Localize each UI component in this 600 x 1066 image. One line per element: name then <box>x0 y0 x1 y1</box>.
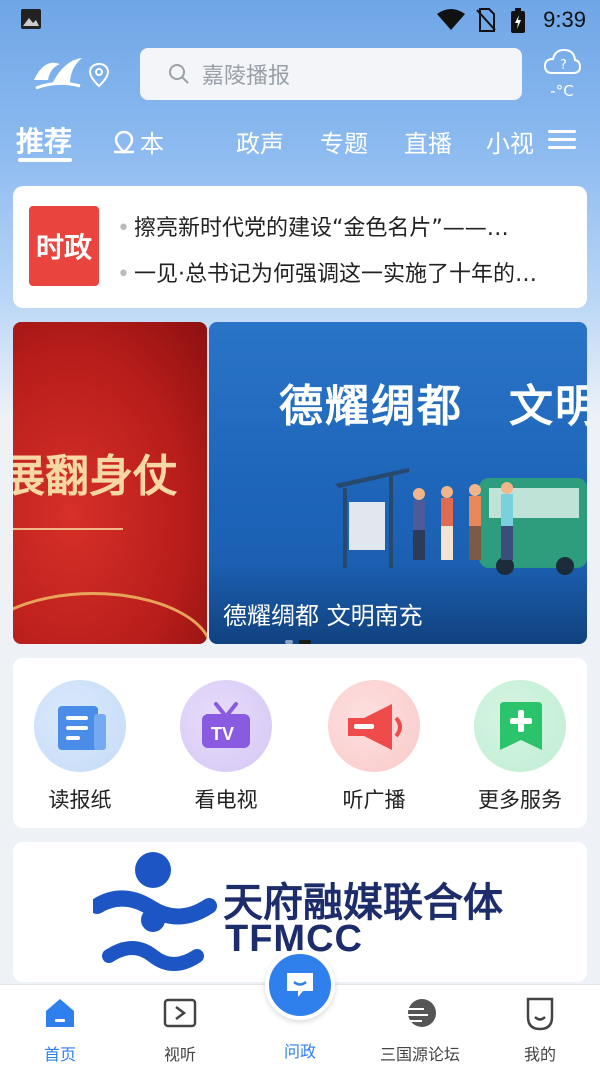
tab-local-label: 本 <box>140 130 164 158</box>
banner-decoration <box>13 592 207 644</box>
banner-slide-current[interactable]: 德耀绸都 文明 德耀绸都 文明南充 <box>209 322 587 644</box>
menu-icon[interactable] <box>548 128 576 152</box>
weather-temperature: -°C <box>550 82 574 100</box>
app-logo-icon <box>34 58 82 90</box>
service-more[interactable]: 更多服务 <box>465 680 575 814</box>
nav-profile[interactable]: 我的 <box>485 995 595 1065</box>
nav-forum[interactable]: 三国源论坛 <box>365 995 475 1065</box>
nav-home-label: 首页 <box>43 1045 76 1064</box>
tab-politics[interactable]: 政声 <box>236 124 284 159</box>
no-sim-icon <box>476 8 496 32</box>
status-bar: 9:39 <box>0 0 600 40</box>
active-tab-indicator <box>18 158 72 162</box>
channel-tabs: 推荐 本 政声 专题 直播 小视 <box>0 118 600 168</box>
carousel-dot-active <box>299 640 311 644</box>
svg-text:?: ? <box>560 58 567 73</box>
home-icon <box>46 999 74 1027</box>
banner-carousel[interactable]: 展翻身仗 德耀绸都 文明 德耀绸都 文明南充 <box>13 322 587 644</box>
cloud-unknown-icon: ? <box>543 48 582 74</box>
nav-audio-video-label: 视听 <box>163 1045 196 1064</box>
service-icon-bg <box>34 680 126 772</box>
service-label: 看电视 <box>194 788 258 812</box>
nav-profile-label: 我的 <box>523 1045 556 1064</box>
clock: 9:39 <box>543 7 586 32</box>
battery-charging-icon <box>511 8 525 33</box>
news-item[interactable]: 一见·总书记为何强调这一实施了十年的… <box>117 256 567 288</box>
banner-slide-previous[interactable]: 展翻身仗 <box>13 322 207 644</box>
svg-text:TV: TV <box>211 724 234 744</box>
search-input[interactable]: 嘉陵播报 <box>140 48 522 100</box>
service-watch-tv[interactable]: TV 看电视 <box>171 680 281 814</box>
nav-audio-video[interactable]: 视听 <box>125 995 235 1065</box>
service-read-newspaper[interactable]: 读报纸 <box>25 680 135 814</box>
media-play-icon <box>163 998 197 1028</box>
quick-services: 读报纸 TV 看电视 听广播 更多服务 <box>13 658 587 828</box>
profile-icon <box>526 997 554 1031</box>
service-label: 更多服务 <box>478 788 562 812</box>
politics-badge[interactable]: 时政 <box>29 206 99 286</box>
chat-bubble-icon <box>287 973 313 997</box>
service-listen-radio[interactable]: 听广播 <box>319 680 429 814</box>
weather-widget[interactable]: ? -°C <box>540 46 584 106</box>
search-placeholder: 嘉陵播报 <box>202 64 291 89</box>
carousel-indicator <box>285 629 325 644</box>
service-icon-bg: TV <box>180 680 272 772</box>
nav-inquiry-label[interactable]: 问政 <box>265 1038 335 1062</box>
service-icon-bg <box>328 680 420 772</box>
tab-local[interactable]: 本 <box>112 124 164 159</box>
megaphone-icon <box>348 704 402 750</box>
tab-live[interactable]: 直播 <box>404 124 452 159</box>
wifi-icon <box>437 9 465 30</box>
nav-home[interactable]: 首页 <box>5 995 115 1065</box>
local-pin-icon <box>114 130 134 154</box>
forum-logo-icon <box>402 999 436 1027</box>
plus-service-icon <box>500 702 542 750</box>
service-label: 听广播 <box>342 788 406 812</box>
tab-short-video[interactable]: 小视 <box>486 124 534 159</box>
tab-topics[interactable]: 专题 <box>320 124 368 159</box>
app-header: 嘉陵播报 ? -°C <box>0 44 600 104</box>
banner-divider <box>13 528 123 530</box>
banner-caption: 德耀绸都 文明南充 <box>223 602 423 630</box>
tfmcc-logo-icon <box>93 852 217 971</box>
service-icon-bg <box>474 680 566 772</box>
search-icon <box>169 64 189 84</box>
tv-icon: TV <box>202 702 250 748</box>
carousel-dot <box>285 640 293 644</box>
headline-news-card: 时政 擦亮新时代党的建设“金色名片”——… 一见·总书记为何强调这一实施了十年的… <box>13 186 587 308</box>
news-item[interactable]: 擦亮新时代党的建设“金色名片”——… <box>117 210 567 242</box>
nav-inquiry-button[interactable] <box>265 950 335 1020</box>
banner-slide-text: 展翻身仗 <box>13 451 177 502</box>
service-label: 读报纸 <box>48 788 112 812</box>
gallery-icon <box>21 9 41 29</box>
tab-recommend[interactable]: 推荐 <box>16 120 72 160</box>
banner-title: 德耀绸都 文明 <box>279 381 587 432</box>
bus-stop-illustration <box>335 468 587 575</box>
newspaper-icon <box>58 706 106 750</box>
location-pin-icon[interactable] <box>88 62 110 88</box>
nav-forum-label: 三国源论坛 <box>379 1045 460 1064</box>
